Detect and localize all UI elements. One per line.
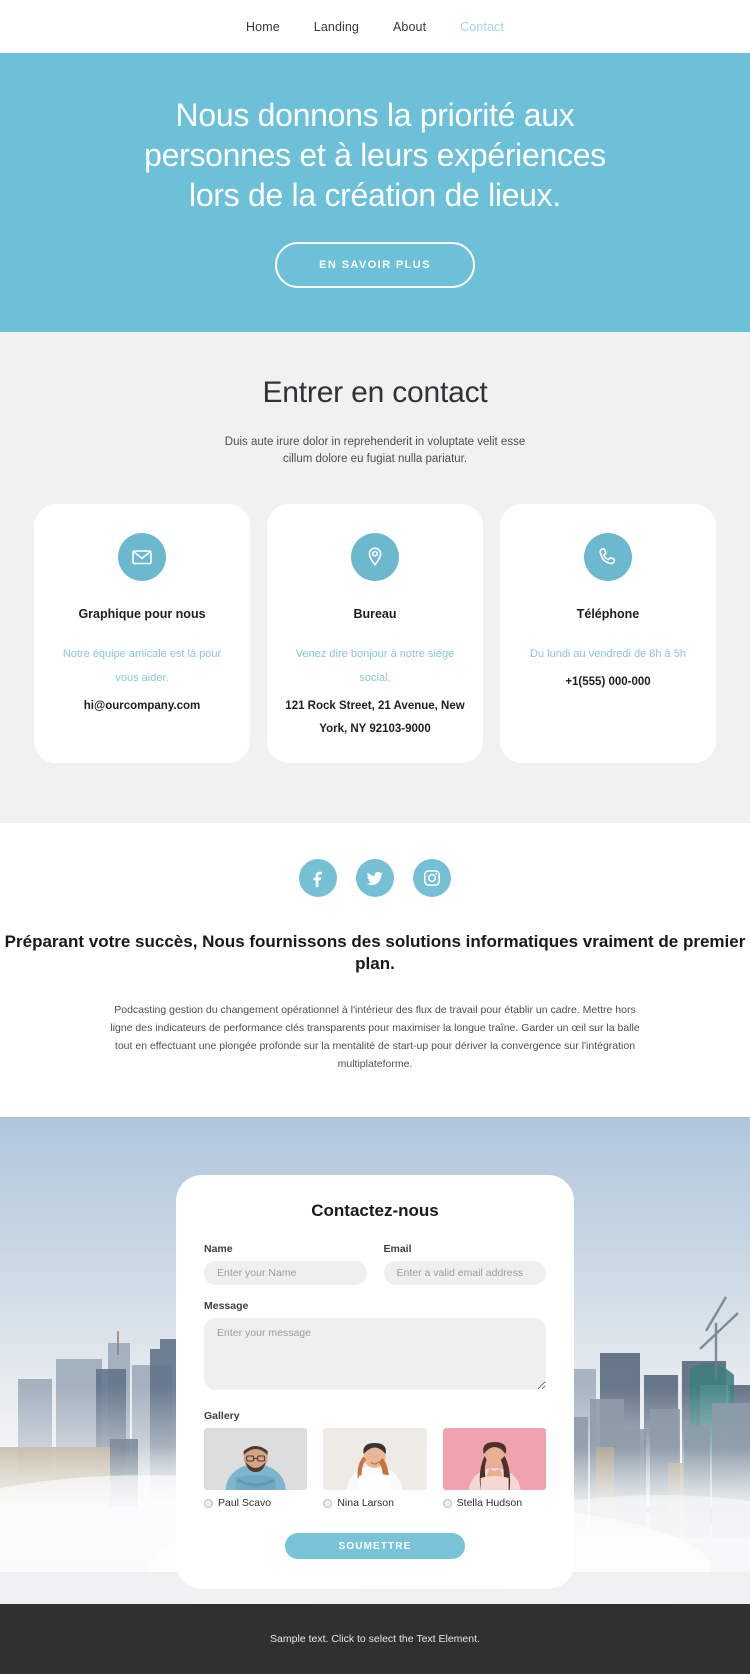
phone-icon (584, 533, 632, 581)
form-row-name-email: Name Email (204, 1243, 546, 1285)
about-title: Préparant votre succès, Nous fournissons… (4, 932, 746, 973)
gallery-item[interactable]: Stella Hudson (442, 1428, 546, 1509)
gallery-caption[interactable]: Paul Scavo (204, 1497, 307, 1509)
contact-card-value[interactable]: +1(555) 000-000 (517, 671, 699, 694)
nav-item-about[interactable]: About (393, 20, 426, 34)
contact-card-title: Bureau (353, 607, 397, 621)
instagram-icon[interactable] (413, 859, 451, 897)
contact-card-title: Graphique pour nous (78, 607, 206, 621)
gallery-name: Nina Larson (337, 1497, 394, 1509)
form-title: Contactez-nous (311, 1201, 439, 1220)
gallery-options: Paul Scavo Nina Larson Stella Hudson (204, 1428, 546, 1509)
email-field-group: Email (383, 1243, 546, 1285)
gallery-photo-paul[interactable] (204, 1428, 308, 1490)
gallery-caption[interactable]: Stella Hudson (442, 1497, 546, 1509)
gallery-photo-stella[interactable] (442, 1428, 546, 1490)
hero-title: Nous donnons la priorité aux personnes e… (144, 97, 606, 213)
contact-card-value[interactable]: hi@ourcompany.com (51, 695, 233, 718)
contact-card-desc: Venez dire bonjour à notre siège social. (295, 648, 455, 684)
facebook-icon[interactable] (299, 859, 337, 897)
message-field-group: Message (204, 1300, 546, 1395)
about-text: Podcasting gestion du changement opérati… (110, 1004, 640, 1070)
email-label: Email (383, 1243, 412, 1255)
email-input[interactable] (383, 1261, 546, 1285)
name-input[interactable] (204, 1261, 367, 1285)
message-textarea[interactable] (204, 1318, 546, 1390)
contact-card-value[interactable]: 121 Rock Street, 21 Avenue, New York, NY… (284, 695, 466, 741)
map-pin-icon (351, 533, 399, 581)
contact-card-office[interactable]: Bureau Venez dire bonjour à notre siège … (267, 504, 483, 763)
contact-card-title: Téléphone (576, 607, 640, 621)
social-links (0, 859, 750, 897)
footer-text[interactable]: Sample text. Click to select the Text El… (270, 1633, 480, 1645)
message-label: Message (204, 1300, 249, 1312)
gallery-radio-stella[interactable] (442, 1498, 452, 1508)
contact-title: Entrer en contact (262, 376, 488, 409)
nav-item-contact[interactable]: Contact (460, 20, 504, 34)
nav-item-landing[interactable]: Landing (314, 20, 359, 34)
contact-card-desc: Notre équipe amicale est là pour vous ai… (62, 648, 222, 684)
about-section: Préparant votre succès, Nous fournissons… (0, 823, 750, 1117)
gallery-item[interactable]: Nina Larson (323, 1428, 427, 1509)
gallery-group: Gallery Paul Scavo Nina Larson Stella Hu… (204, 1410, 546, 1509)
submit-button[interactable]: SOUMETTRE (285, 1533, 465, 1559)
main-navigation: Home Landing About Contact (0, 0, 750, 53)
gallery-name: Stella Hudson (456, 1497, 523, 1509)
contact-card-desc: Du lundi au vendredi de 8h à 5h (530, 648, 686, 660)
contact-card-phone[interactable]: Téléphone Du lundi au vendredi de 8h à 5… (500, 504, 716, 763)
envelope-icon (118, 533, 166, 581)
gallery-photo-nina[interactable] (323, 1428, 427, 1490)
gallery-name: Paul Scavo (218, 1497, 272, 1509)
gallery-label: Gallery (204, 1410, 240, 1422)
contact-card-email[interactable]: Graphique pour nous Notre équipe amicale… (34, 504, 250, 763)
contact-cards: Graphique pour nous Notre équipe amicale… (0, 504, 750, 763)
name-label: Name (204, 1243, 233, 1255)
contact-form-section: Contactez-nous Name Email Message Galler… (0, 1117, 750, 1604)
gallery-radio-paul[interactable] (204, 1498, 213, 1508)
gallery-caption[interactable]: Nina Larson (323, 1497, 426, 1509)
gallery-radio-nina[interactable] (323, 1498, 333, 1508)
twitter-icon[interactable] (356, 859, 394, 897)
hero-section: Nous donnons la priorité aux personnes e… (0, 53, 750, 332)
footer: Sample text. Click to select the Text El… (0, 1604, 750, 1674)
contact-form-card: Contactez-nous Name Email Message Galler… (176, 1175, 574, 1589)
nav-item-home[interactable]: Home (246, 20, 280, 34)
gallery-item[interactable]: Paul Scavo (204, 1428, 308, 1509)
contact-section: Entrer en contact Duis aute irure dolor … (0, 332, 750, 823)
contact-subtitle: Duis aute irure dolor in reprehenderit i… (224, 436, 526, 465)
learn-more-button[interactable]: EN SAVOIR PLUS (275, 242, 475, 288)
name-field-group: Name (204, 1243, 367, 1285)
